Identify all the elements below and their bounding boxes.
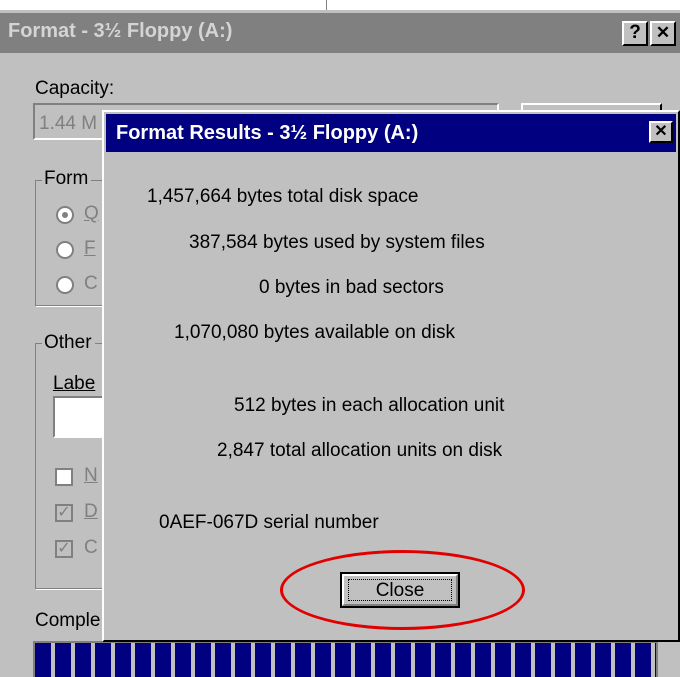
checkbox-display-summary[interactable]: ✓	[55, 504, 73, 522]
total-units-text: 2,847 total allocation units on disk	[217, 440, 503, 461]
format-results-close-icon[interactable]: ✕	[649, 121, 673, 143]
highlight-ellipse	[280, 550, 525, 630]
check-mark-icon: ✓	[57, 540, 71, 557]
format-results-title: Format Results - 3½ Floppy (A:)	[116, 122, 419, 144]
radio-quick[interactable]	[56, 206, 74, 224]
checkbox-copy-system-files-text: C	[84, 537, 98, 558]
capacity-value: 1.44 M	[39, 113, 98, 134]
complete-label: Comple	[35, 610, 101, 631]
format-progress-bar	[33, 641, 658, 677]
radio-quick-label: Q	[84, 203, 99, 224]
other-options-group-label: Other	[42, 332, 95, 354]
checkbox-display-summary-text: D	[84, 501, 98, 522]
check-mark-icon: ✓	[57, 504, 71, 521]
radio-full[interactable]	[56, 241, 74, 259]
capacity-label: Capacity:	[35, 78, 115, 99]
format-dialog-close-button[interactable]: ✕	[650, 21, 676, 46]
radio-copy[interactable]	[56, 276, 74, 294]
format-dialog-title: Format - 3½ Floppy (A:)	[8, 20, 233, 42]
radio-full-label: F	[84, 238, 96, 259]
label-field-label: Labe	[53, 373, 96, 394]
total-space-text: 1,457,664 bytes total disk space	[147, 186, 419, 207]
system-files-text: 387,584 bytes used by system files	[189, 232, 485, 253]
checkbox-copy-system-files[interactable]: ✓	[55, 540, 73, 558]
window-top-edge	[0, 0, 680, 10]
help-button[interactable]: ?	[622, 21, 648, 46]
allocation-unit-text: 512 bytes in each allocation unit	[234, 395, 505, 416]
radio-copy-label: C	[84, 273, 98, 294]
serial-number-text: 0AEF-067D serial number	[159, 512, 379, 533]
checkbox-no-label[interactable]	[55, 468, 73, 486]
bad-sectors-text: 0 bytes in bad sectors	[259, 277, 444, 298]
available-space-text: 1,070,080 bytes available on disk	[174, 322, 455, 343]
checkbox-no-label-text: N	[84, 465, 98, 486]
format-type-group-label: Form	[42, 168, 92, 190]
